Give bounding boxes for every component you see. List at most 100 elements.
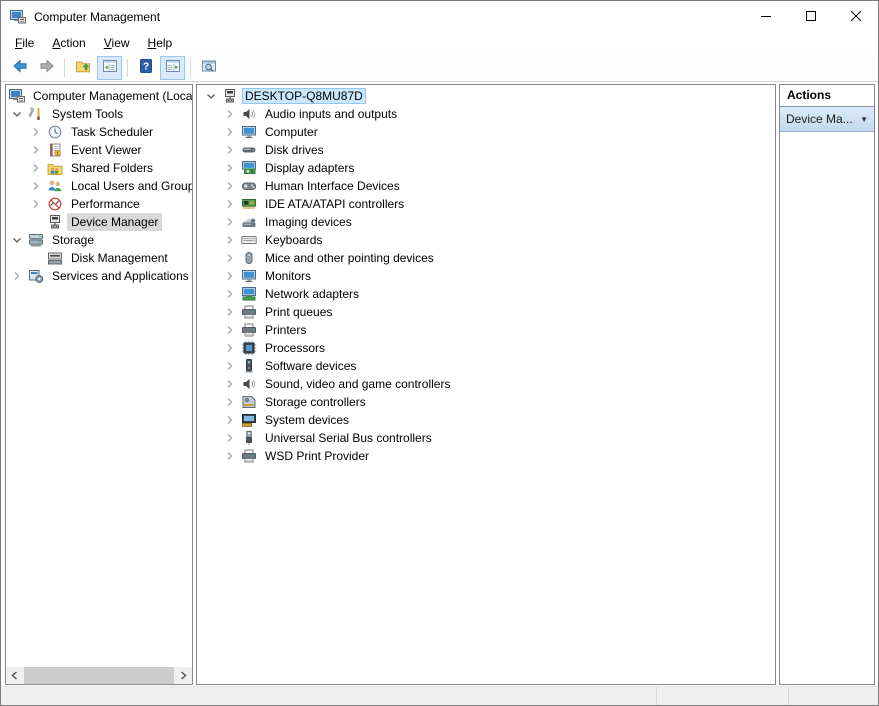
chevron-down-icon[interactable] [9,232,25,248]
device-tree-item[interactable]: Monitors [197,267,775,285]
mouse-icon [241,250,257,266]
chevron-right-icon[interactable] [28,124,44,140]
minimize-button[interactable] [743,1,788,32]
chevron-right-icon[interactable] [222,322,238,338]
chevron-right-icon[interactable] [222,304,238,320]
console-tree-item[interactable]: Performance [6,195,192,213]
console-tree-item[interactable]: Storage [6,231,192,249]
up-one-level-button[interactable] [70,56,95,80]
console-tree-item[interactable]: Task Scheduler [6,123,192,141]
device-tree-item[interactable]: Processors [197,339,775,357]
scrollbar-track[interactable] [23,667,175,684]
chevron-right-icon[interactable] [222,376,238,392]
device-tree-item[interactable]: DESKTOP-Q8MU87D [197,87,775,105]
tree-item-label: System Tools [48,105,127,123]
device-tree-item[interactable]: IDE ATA/ATAPI controllers [197,195,775,213]
chevron-right-icon[interactable] [28,178,44,194]
maximize-icon [806,10,816,24]
chevron-down-icon[interactable] [203,88,219,104]
horizontal-scrollbar[interactable] [6,667,192,684]
device-tree-item[interactable]: Human Interface Devices [197,177,775,195]
show-hide-console-tree-button[interactable] [97,56,122,80]
tree-item-label: Storage [48,231,98,249]
action-pane-window-icon [165,58,181,77]
actions-device-manager-dropdown[interactable]: Device Ma... ▼ [780,107,874,132]
device-tree-item[interactable]: Printers [197,321,775,339]
system-tools-icon [28,106,44,122]
console-tree-item[interactable]: Disk Management [6,249,192,267]
chevron-right-icon[interactable] [222,286,238,302]
device-tree-item[interactable]: Network adapters [197,285,775,303]
console-tree-item[interactable]: Services and Applications [6,267,192,285]
device-tree-item[interactable]: Imaging devices [197,213,775,231]
show-hide-action-pane-button[interactable] [160,56,185,80]
chevron-down-icon[interactable] [9,106,25,122]
computer-device-icon [222,88,238,104]
device-tree-item[interactable]: Display adapters [197,159,775,177]
tree-item-label: Printers [261,321,310,339]
chevron-right-icon[interactable] [222,394,238,410]
scrollbar-thumb[interactable] [24,667,174,684]
local-users-groups-icon [47,178,63,194]
console-tree-item[interactable]: Event Viewer [6,141,192,159]
console-tree-item[interactable]: Local Users and Groups [6,177,192,195]
display-adapter-icon [241,160,257,176]
content-area: Computer Management (Local)System ToolsT… [1,82,878,685]
tree-item-label: System devices [261,411,353,429]
device-tree-item[interactable]: Audio inputs and outputs [197,105,775,123]
maximize-button[interactable] [788,1,833,32]
device-tree-item[interactable]: Computer [197,123,775,141]
chevron-right-icon[interactable] [28,196,44,212]
console-tree-item[interactable]: Shared Folders [6,159,192,177]
device-tree-item[interactable]: Mice and other pointing devices [197,249,775,267]
chevron-right-icon[interactable] [222,142,238,158]
scroll-left-button[interactable] [6,667,23,684]
device-tree-item[interactable]: Universal Serial Bus controllers [197,429,775,447]
chevron-right-icon[interactable] [222,106,238,122]
chevron-right-icon[interactable] [222,178,238,194]
chevron-right-icon[interactable] [222,430,238,446]
chevron-right-icon[interactable] [222,268,238,284]
software-device-icon [241,358,257,374]
device-tree-item[interactable]: Storage controllers [197,393,775,411]
device-tree-item[interactable]: Sound, video and game controllers [197,375,775,393]
chevron-right-icon[interactable] [222,448,238,464]
audio-device-icon [241,106,257,122]
navigate-forward-button[interactable] [34,56,59,80]
chevron-right-icon[interactable] [222,232,238,248]
console-properties-button[interactable] [196,56,221,80]
chevron-right-icon[interactable] [222,340,238,356]
console-tree-item[interactable]: System Tools [6,105,192,123]
device-tree-item[interactable]: Keyboards [197,231,775,249]
menu-file[interactable]: File [6,33,43,53]
chevron-right-icon[interactable] [9,268,25,284]
device-tree-item[interactable]: Software devices [197,357,775,375]
chevron-right-icon[interactable] [28,142,44,158]
menu-action[interactable]: Action [43,33,94,53]
device-tree-item[interactable]: Print queues [197,303,775,321]
system-device-icon [241,412,257,428]
services-applications-icon [28,268,44,284]
scroll-right-button[interactable] [175,667,192,684]
chevron-right-icon[interactable] [28,160,44,176]
menu-help[interactable]: Help [139,33,182,53]
chevron-right-icon[interactable] [222,124,238,140]
chevron-right-icon[interactable] [222,160,238,176]
device-tree-item[interactable]: System devices [197,411,775,429]
console-tree-item[interactable]: Device Manager [6,213,192,231]
console-magnifier-icon [201,58,217,77]
chevron-right-icon[interactable] [222,214,238,230]
device-tree-item[interactable]: WSD Print Provider [197,447,775,465]
device-tree-item[interactable]: Disk drives [197,141,775,159]
chevron-right-icon[interactable] [222,196,238,212]
help-button[interactable]: ? [133,56,158,80]
actions-item-label: Device Ma... [786,112,858,126]
chevron-right-icon[interactable] [222,412,238,428]
chevron-right-icon[interactable] [222,250,238,266]
chevron-right-icon[interactable] [222,358,238,374]
console-tree-item[interactable]: Computer Management (Local) [6,87,192,105]
menu-view[interactable]: View [95,33,139,53]
navigate-back-button[interactable] [7,56,32,80]
close-button[interactable] [833,1,878,32]
tree-item-label: Display adapters [261,159,358,177]
